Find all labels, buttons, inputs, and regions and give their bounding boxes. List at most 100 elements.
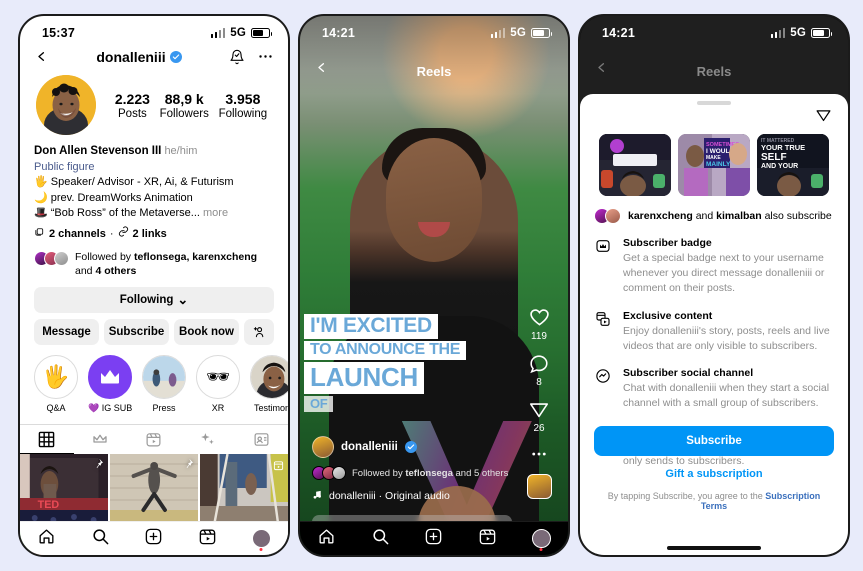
- bio-line-2: 🌙 prev. DreamWorks Animation: [34, 191, 274, 207]
- create-icon[interactable]: [144, 527, 163, 551]
- share-count: 26: [533, 423, 545, 434]
- like-count: 119: [531, 331, 547, 342]
- profile-bio: Don Allen Stevenson III he/him Public fi…: [20, 135, 288, 278]
- perk-description: Enjoy donalleniii's story, posts, reels …: [623, 324, 830, 352]
- caption-line-4: OF: [304, 396, 334, 412]
- pin-icon: [93, 458, 104, 472]
- status-bar: 14:21 5G: [300, 16, 568, 46]
- stat-followers[interactable]: 88,9 k Followers: [160, 91, 209, 120]
- search-icon[interactable]: [91, 527, 110, 551]
- highlight-qa[interactable]: 🖐 Q&A: [34, 355, 78, 414]
- reels-icon[interactable]: [478, 527, 497, 551]
- bottom-tabbar: [300, 521, 568, 555]
- bell-icon[interactable]: [229, 49, 245, 65]
- add-person-button[interactable]: [244, 319, 274, 345]
- grid-post[interactable]: [199, 454, 288, 527]
- more-horizontal-icon[interactable]: [530, 445, 548, 463]
- followed-suffix: and 5 others: [452, 467, 509, 479]
- profile-avatar[interactable]: [36, 75, 96, 135]
- bio-text: prev. DreamWorks Animation: [50, 191, 193, 204]
- perk-title: Subscriber badge: [623, 237, 712, 249]
- like-button[interactable]: 119: [528, 306, 551, 342]
- highlight-press[interactable]: Press: [142, 355, 186, 414]
- highlight-testimonials[interactable]: Testimon: [250, 355, 288, 414]
- stat-label: Followers: [159, 107, 209, 120]
- highlight-label: XR: [211, 403, 225, 413]
- home-icon[interactable]: [37, 527, 56, 551]
- status-time: 14:21: [322, 26, 355, 40]
- grid-post[interactable]: [109, 454, 199, 527]
- stat-following[interactable]: 3.958 Following: [219, 91, 268, 120]
- followed-others: 4 others: [95, 264, 137, 277]
- message-button[interactable]: Message: [34, 319, 99, 345]
- perk-title: Exclusive content: [623, 309, 713, 322]
- subscribe-button[interactable]: Subscribe: [594, 426, 834, 456]
- reel-subject-face: [386, 138, 482, 262]
- crown-icon: [101, 370, 119, 384]
- username-text: donalleniii: [96, 48, 166, 65]
- phone-subscription-sheet: 14:21 5G Reels SOMETIMES I WOULD MAKE MA…: [578, 14, 850, 557]
- bio-pronouns: he/him: [164, 145, 198, 157]
- more-horizontal-icon[interactable]: [257, 48, 274, 65]
- profile-avatar[interactable]: [251, 529, 271, 548]
- reel-followed-by[interactable]: Followed by teflonsega and 5 others: [312, 466, 512, 480]
- highlight-thumb: 🕶: [196, 355, 240, 399]
- profile-avatar[interactable]: [531, 529, 551, 548]
- perk-subscriber-badge: Subscriber badge Get a special badge nex…: [594, 237, 834, 297]
- channels-label[interactable]: 2 channels: [49, 227, 106, 243]
- svg-text:YOUR TRUE: YOUR TRUE: [761, 143, 805, 152]
- back-icon[interactable]: [34, 49, 49, 64]
- bio-name-row: Don Allen Stevenson III he/him: [34, 143, 274, 160]
- tab-subscriber[interactable]: [74, 425, 128, 454]
- highlight-xr[interactable]: 🕶 XR: [196, 355, 240, 414]
- tab-ai-sparkles[interactable]: [181, 425, 235, 454]
- bio-more-link[interactable]: more: [203, 207, 228, 219]
- followed-avatars: [34, 250, 69, 266]
- subscriber-name-1: karenxcheng: [628, 210, 693, 222]
- bio-line-3: 🎩 “Bob Ross” of the Metaverse... more: [34, 206, 274, 222]
- caption-line-2: TO ANNOUNCE THE: [304, 341, 467, 360]
- grid-post[interactable]: TED: [20, 454, 109, 527]
- following-button[interactable]: Following ⌄: [34, 287, 274, 313]
- links-label[interactable]: 2 links: [133, 227, 167, 243]
- comment-button[interactable]: 8: [528, 353, 550, 388]
- reel-author-row[interactable]: donalleniii: [312, 436, 512, 458]
- reel-caption-overlay: I'M EXCITED TO ANNOUNCE THE LAUNCH OF: [304, 314, 467, 413]
- following-label: Following: [119, 294, 174, 306]
- highlight-ig-subs[interactable]: 💜 IG SUBS: [88, 355, 132, 414]
- share-icon[interactable]: [815, 107, 832, 129]
- create-icon[interactable]: [424, 527, 443, 551]
- tab-tagged[interactable]: [234, 425, 288, 454]
- reels-icon[interactable]: [198, 527, 217, 551]
- bio-text: “Bob Ross” of the Metaverse...: [50, 207, 200, 220]
- book-now-button[interactable]: Book now: [174, 319, 239, 345]
- perk-exclusive-content: Exclusive content Enjoy donalleniii's st…: [594, 310, 834, 354]
- phone-profile-screen: 15:37 5G donalleniii 2.223 Posts 88,9 k …: [18, 14, 290, 557]
- signal-icon: [490, 28, 506, 38]
- link-icon: [118, 226, 129, 243]
- signal-icon: [770, 28, 786, 38]
- search-icon[interactable]: [371, 527, 390, 551]
- home-icon[interactable]: [317, 527, 336, 551]
- followed-avatars: [312, 466, 346, 480]
- signal-icon: [210, 28, 226, 38]
- subscribe-button[interactable]: Subscribe: [104, 319, 169, 345]
- exclusive-content-icon: [594, 310, 612, 354]
- followed-by-row[interactable]: Followed by teflonsega, karenxcheng and …: [34, 250, 274, 278]
- tab-grid[interactable]: [20, 425, 74, 454]
- preview-thumbnail[interactable]: [599, 134, 671, 196]
- preview-thumbnail[interactable]: SOMETIMES I WOULD MAKE MAINLY: [678, 134, 750, 196]
- audio-thumbnail[interactable]: [526, 474, 552, 499]
- reel-audio-row[interactable]: donalleniii · Original audio: [312, 489, 512, 503]
- bio-category: Public figure: [34, 160, 95, 173]
- highlight-thumb: [250, 355, 288, 399]
- highlight-thumb: [142, 355, 186, 399]
- followed-names: teflonsega, karenxcheng: [133, 250, 258, 263]
- bio-emoji: 🌙: [34, 191, 48, 204]
- stat-posts[interactable]: 2.223 Posts: [115, 91, 150, 120]
- tab-reels[interactable]: [127, 425, 181, 454]
- gift-subscription-link[interactable]: Gift a subscription: [594, 468, 834, 480]
- preview-thumbnail[interactable]: IT MATTERED YOUR TRUE SELF AND YOUR: [757, 134, 829, 196]
- author-username: donalleniii: [341, 441, 398, 453]
- share-button[interactable]: 26: [528, 399, 550, 434]
